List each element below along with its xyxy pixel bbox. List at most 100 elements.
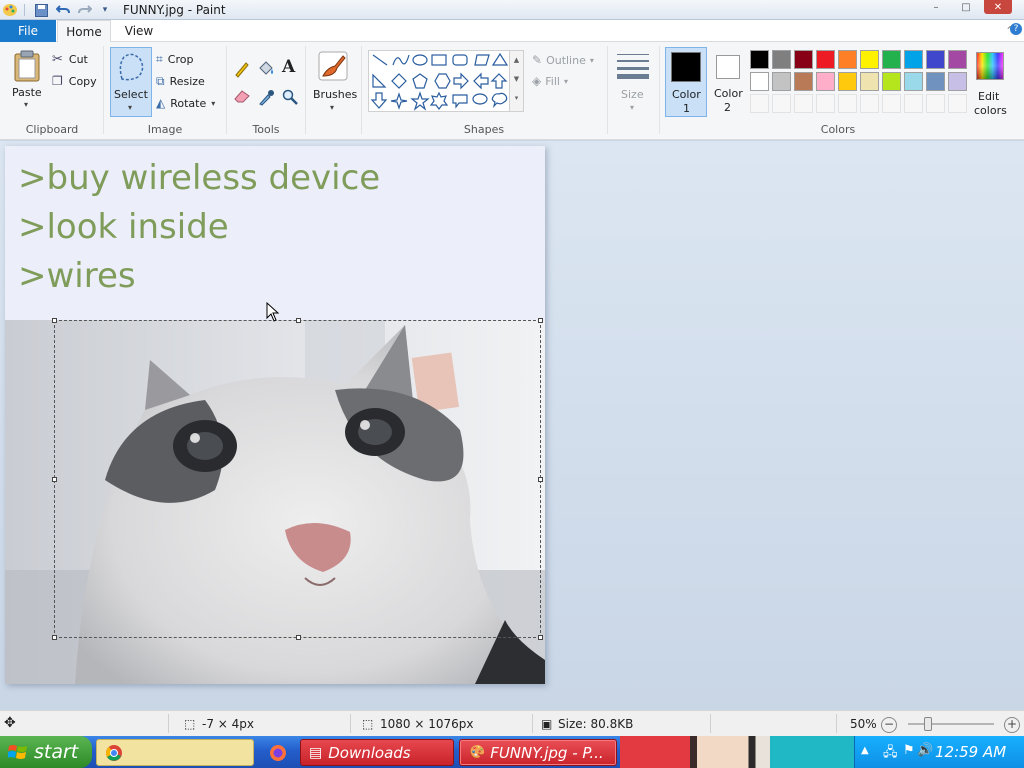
color-swatch[interactable]	[860, 50, 879, 69]
fill-bucket-icon[interactable]	[257, 60, 275, 78]
line-shape-icon[interactable]	[372, 54, 388, 66]
color1-button[interactable]: Color 1	[665, 47, 707, 117]
color-swatch[interactable]	[904, 72, 923, 91]
outline-dropdown[interactable]: ✎ Outline ▾	[532, 52, 594, 68]
hexagon-shape-icon[interactable]	[434, 73, 451, 89]
taskbar-firefox[interactable]	[264, 739, 294, 766]
five-point-star-icon[interactable]	[410, 91, 430, 111]
color-swatch[interactable]	[926, 72, 945, 91]
help-icon[interactable]: ?	[1010, 23, 1022, 35]
select-button[interactable]: Select ▾	[110, 47, 152, 117]
start-button[interactable]: start	[0, 736, 92, 768]
taskbar-paint[interactable]: 🎨 FUNNY.jpg - P...	[459, 739, 617, 766]
save-icon[interactable]	[34, 3, 48, 17]
empty-custom-color-swatch[interactable]	[926, 94, 945, 113]
resize-handle[interactable]	[538, 318, 543, 323]
zoom-out-button[interactable]: −	[881, 717, 897, 733]
rotate-button[interactable]: ◭ Rotate ▾	[156, 94, 215, 112]
copy-button[interactable]: ❐ Copy	[52, 72, 97, 90]
empty-custom-color-swatch[interactable]	[838, 94, 857, 113]
six-point-star-icon[interactable]	[429, 91, 449, 110]
text-tool-icon[interactable]: A	[282, 57, 295, 77]
shapes-gallery[interactable]	[368, 50, 510, 112]
color-swatch[interactable]	[750, 50, 769, 69]
color-picker-icon[interactable]	[258, 88, 276, 106]
edit-colors-button[interactable]: Edit colors	[972, 48, 1008, 118]
resize-handle[interactable]	[538, 477, 543, 482]
color-swatch[interactable]	[948, 50, 967, 69]
crop-button[interactable]: ⌗ Crop	[156, 50, 193, 68]
close-button[interactable]: ✕	[984, 0, 1012, 14]
resize-handle[interactable]	[52, 635, 57, 640]
shapes-scrollbar[interactable]: ▲ ▼ ▾	[510, 50, 524, 112]
color-swatch[interactable]	[882, 50, 901, 69]
cloud-callout-icon[interactable]	[491, 92, 508, 108]
zoom-in-button[interactable]: +	[1004, 717, 1020, 733]
paint-app-icon[interactable]	[2, 3, 18, 17]
empty-custom-color-swatch[interactable]	[816, 94, 835, 113]
empty-custom-color-swatch[interactable]	[904, 94, 923, 113]
redo-icon[interactable]	[78, 3, 92, 17]
oval-shape-icon[interactable]	[412, 54, 428, 66]
taskbar-chrome[interactable]	[96, 739, 254, 766]
empty-custom-color-swatch[interactable]	[750, 94, 769, 113]
size-button[interactable]: Size ▾	[612, 48, 654, 118]
resize-button[interactable]: ⧉ Resize	[156, 72, 205, 90]
color-swatch[interactable]	[882, 72, 901, 91]
empty-custom-color-swatch[interactable]	[860, 94, 879, 113]
tab-file[interactable]: File	[0, 20, 56, 42]
fill-dropdown[interactable]: ◈ Fill ▾	[532, 73, 568, 89]
color-swatch[interactable]	[838, 72, 857, 91]
maximize-button[interactable]: □	[956, 0, 976, 14]
down-arrow-shape-icon[interactable]	[370, 92, 388, 109]
zoom-slider-track[interactable]	[908, 723, 994, 725]
resize-handle[interactable]	[296, 318, 301, 323]
empty-custom-color-swatch[interactable]	[948, 94, 967, 113]
up-arrow-shape-icon[interactable]	[490, 73, 508, 89]
taskbar-downloads[interactable]: ▤ Downloads	[300, 739, 454, 766]
resize-handle[interactable]	[52, 477, 57, 482]
diamond-shape-icon[interactable]	[391, 73, 407, 89]
color-swatch[interactable]	[926, 50, 945, 69]
undo-icon[interactable]	[56, 3, 70, 17]
clock[interactable]: 12:59 AM	[935, 743, 1006, 761]
customize-quick-access-icon[interactable]: ▾	[98, 3, 112, 17]
rectangle-callout-icon[interactable]	[452, 94, 468, 109]
color-swatch[interactable]	[860, 72, 879, 91]
brushes-button[interactable]: Brushes ▾	[311, 48, 357, 118]
curve-shape-icon[interactable]	[392, 54, 410, 66]
empty-custom-color-swatch[interactable]	[794, 94, 813, 113]
polygon-shape-icon[interactable]	[474, 54, 490, 66]
color-swatch[interactable]	[794, 50, 813, 69]
resize-handle[interactable]	[52, 318, 57, 323]
color-swatch[interactable]	[816, 50, 835, 69]
zoom-slider-thumb[interactable]	[924, 717, 932, 731]
eraser-icon[interactable]	[233, 88, 251, 104]
empty-custom-color-swatch[interactable]	[882, 94, 901, 113]
color-swatch[interactable]	[816, 72, 835, 91]
pencil-icon[interactable]	[233, 60, 251, 78]
rounded-rectangle-shape-icon[interactable]	[452, 54, 468, 66]
left-arrow-shape-icon[interactable]	[473, 72, 489, 90]
cut-button[interactable]: ✂ Cut	[52, 50, 88, 68]
color-swatch[interactable]	[794, 72, 813, 91]
right-arrow-shape-icon[interactable]	[453, 72, 469, 90]
four-point-star-icon[interactable]	[390, 92, 408, 110]
color-swatch[interactable]	[772, 72, 791, 91]
resize-handle[interactable]	[538, 635, 543, 640]
triangle-shape-icon[interactable]	[491, 52, 509, 66]
oval-callout-icon[interactable]	[472, 93, 488, 105]
color-swatch[interactable]	[772, 50, 791, 69]
rectangle-shape-icon[interactable]	[431, 54, 447, 66]
network-icon[interactable]: 🖧	[883, 743, 898, 765]
show-hidden-icons-icon[interactable]: ▲	[861, 745, 869, 756]
color2-button[interactable]: Color 2	[709, 47, 749, 117]
paste-button[interactable]: Paste ▾	[8, 50, 46, 112]
action-center-flag-icon[interactable]: ⚑	[903, 743, 915, 758]
resize-handle[interactable]	[296, 635, 301, 640]
right-triangle-shape-icon[interactable]	[372, 73, 387, 88]
color-swatch[interactable]	[750, 72, 769, 91]
tab-home[interactable]: Home	[57, 20, 111, 43]
minimize-button[interactable]: –	[926, 0, 946, 14]
color-swatch[interactable]	[904, 50, 923, 69]
